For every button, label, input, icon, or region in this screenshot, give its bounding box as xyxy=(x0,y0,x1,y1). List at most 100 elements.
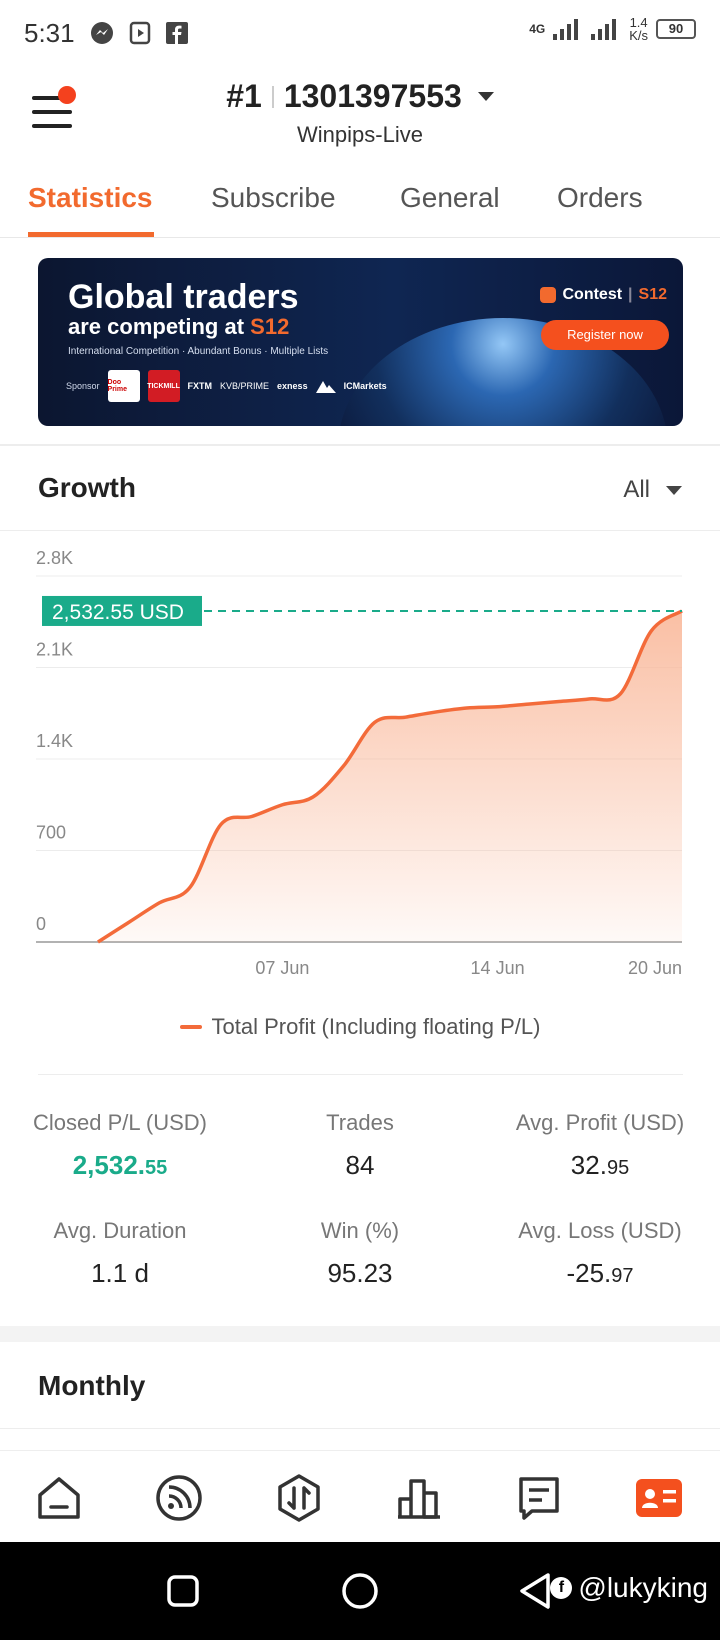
stat-value-main: 1.1 d xyxy=(91,1258,149,1288)
network-type: 4G xyxy=(529,22,546,36)
growth-filter-value: All xyxy=(623,476,650,503)
stat-value-decimals: 97 xyxy=(611,1265,634,1287)
signal-feed-icon xyxy=(156,1475,202,1521)
tab-subscribe[interactable]: Subscribe xyxy=(211,182,336,214)
profile-card-icon xyxy=(636,1479,682,1517)
banner-subheadline: are competing at S12 xyxy=(68,314,289,340)
y-tick-label: 2.1K xyxy=(36,640,73,660)
section-divider xyxy=(0,1326,720,1342)
y-tick-label: 0 xyxy=(36,914,46,934)
register-button[interactable]: Register now xyxy=(541,320,669,350)
contest-s12: S12 xyxy=(638,286,667,303)
sponsor-logo: FXTM xyxy=(187,381,213,391)
growth-title: Growth xyxy=(38,472,136,503)
stat-value-main: -25. xyxy=(566,1258,612,1288)
x-tick-label: 07 Jun xyxy=(255,958,309,978)
account-server: Winpips-Live xyxy=(297,122,423,147)
message-icon xyxy=(519,1477,559,1520)
section-divider xyxy=(0,1428,720,1429)
nav-feed[interactable] xyxy=(154,1473,204,1523)
stat-value-main: 95.23 xyxy=(327,1258,393,1288)
stat-trades-label: Trades xyxy=(326,1110,394,1135)
divider: | xyxy=(628,286,633,303)
trade-icon xyxy=(278,1474,320,1522)
status-bar: 5:31 4G 1.4 K/s 90 xyxy=(0,0,720,66)
account-rank: #1 xyxy=(226,78,262,114)
nav-home[interactable] xyxy=(34,1473,84,1523)
x-tick-label: 14 Jun xyxy=(471,958,525,978)
stat-avg-loss-value: -25.97 xyxy=(490,1258,710,1289)
stat-avg-profit-label: Avg. Profit (USD) xyxy=(515,1110,685,1135)
sponsor-logo: exness xyxy=(277,381,308,391)
growth-chart: 0 700 1.4K 2.1K 2.8K 2,532.55 USD 07 Jun 14 Jun… xyxy=(36,548,683,978)
stat-value-decimals: 55 xyxy=(145,1157,168,1179)
recent-apps-icon[interactable] xyxy=(166,1574,200,1608)
account-header: #1 1301397553 Winpips-Live xyxy=(0,66,720,166)
stat-value-decimals: 95 xyxy=(606,1157,630,1179)
legend-label: Total Profit (Including floating P/L) xyxy=(211,1014,541,1039)
stat-win-value: 95.23 xyxy=(250,1258,470,1289)
sponsor-label: Sponsor xyxy=(66,381,100,391)
nav-rankings[interactable] xyxy=(394,1473,444,1523)
net-speed-unit: K/s xyxy=(629,28,648,43)
stat-avg-duration-value: 1.1 d xyxy=(10,1258,230,1289)
tab-orders[interactable]: Orders xyxy=(557,182,643,214)
video-icon xyxy=(129,21,150,45)
section-divider xyxy=(38,1074,683,1075)
watermark: f @lukyking xyxy=(550,1572,708,1604)
stat-avg-profit-value: 32.95 xyxy=(490,1150,710,1181)
system-nav-bar: f @lukyking xyxy=(0,1542,720,1640)
chevron-down-icon xyxy=(477,92,494,101)
tab-statistics[interactable]: Statistics xyxy=(28,182,153,214)
signal-icon-2 xyxy=(591,19,617,40)
legend-swatch xyxy=(179,1025,202,1029)
chart-legend[interactable]: Total Profit (Including floating P/L) xyxy=(0,1014,720,1040)
system-status: 4G 1.4 K/s 90 xyxy=(529,16,696,42)
stat-trades-value: 84 xyxy=(250,1150,470,1181)
battery-icon: 90 xyxy=(656,19,696,39)
signal-icon xyxy=(553,19,579,40)
contest-banner[interactable]: Global traders are competing at S12 Inte… xyxy=(38,258,683,426)
stat-win-label: Win (%) xyxy=(320,1218,400,1243)
sponsor-mountain-logo xyxy=(315,381,336,393)
home-button-icon[interactable] xyxy=(341,1572,379,1610)
banner-s12: S12 xyxy=(250,314,290,339)
banner-tagline: International Competition · Abundant Bon… xyxy=(68,346,329,357)
sponsor-logo: Doo Prime xyxy=(107,370,140,402)
current-value-label: 2,532.55 USD xyxy=(52,601,184,624)
chevron-down-icon xyxy=(666,485,682,495)
section-divider xyxy=(0,530,720,531)
nav-profile[interactable] xyxy=(634,1473,684,1523)
chart-bars-icon xyxy=(398,1479,440,1519)
status-time: 5:31 xyxy=(24,17,75,48)
nav-messages[interactable] xyxy=(514,1473,564,1523)
active-tab-indicator xyxy=(28,232,154,237)
bottom-nav xyxy=(0,1450,720,1542)
y-tick-label: 1.4K xyxy=(36,731,73,751)
stat-value-main: 84 xyxy=(345,1150,375,1180)
divider xyxy=(271,85,274,108)
back-icon[interactable] xyxy=(518,1572,552,1610)
messenger-icon xyxy=(90,22,113,44)
stat-value-main: 2,532. xyxy=(72,1150,146,1180)
facebook-icon: f xyxy=(550,1577,573,1599)
y-tick-label: 700 xyxy=(36,823,66,843)
account-selector[interactable]: #1 1301397553 xyxy=(0,78,720,115)
growth-filter-dropdown[interactable]: All xyxy=(623,476,682,504)
stat-closed-pl-label: Closed P/L (USD) xyxy=(32,1110,207,1135)
banner-subheadline-text: are competing at xyxy=(68,314,251,339)
section-divider xyxy=(0,444,720,446)
stat-avg-loss-label: Avg. Loss (USD) xyxy=(518,1218,682,1243)
nav-trade[interactable] xyxy=(274,1473,324,1523)
banner-headline: Global traders xyxy=(68,278,299,316)
facebook-icon xyxy=(165,22,188,44)
y-tick-label: 2.8K xyxy=(36,548,73,568)
sponsor-logo: ICMarkets xyxy=(343,381,387,391)
contest-text: Contest xyxy=(562,286,623,303)
x-tick-label: 20 Jun xyxy=(628,958,682,978)
contest-icon xyxy=(540,287,557,303)
tab-general[interactable]: General xyxy=(400,182,500,214)
account-number: 1301397553 xyxy=(283,78,462,114)
sponsor-logo: KVB/PRIME xyxy=(220,381,270,391)
net-speed: 1.4 K/s xyxy=(629,16,648,42)
